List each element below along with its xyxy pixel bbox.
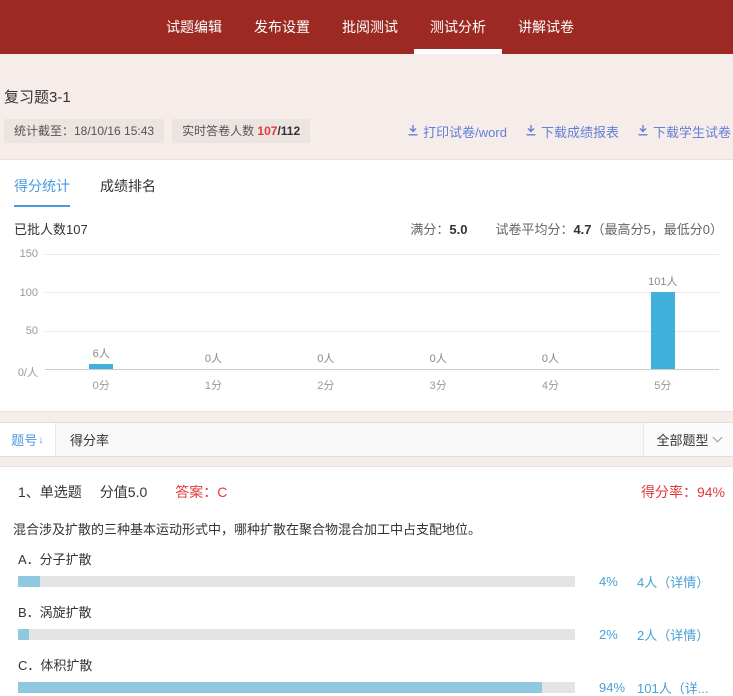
stat-chip-deadline: 统计截至：18/10/16 15:43 [4, 119, 164, 143]
option-row-a: A．分子扩散 4% 4人（详情） [0, 549, 733, 591]
question-type-label: 全部题型 [656, 430, 708, 449]
chart-category-label: 0分 [45, 377, 157, 393]
y-axis-label-50: 50 [0, 325, 38, 337]
score-rate-column-header: 得分率 [56, 423, 643, 456]
nav-tab-publish-settings[interactable]: 发布设置 [238, 0, 326, 54]
y-axis-label-150: 150 [0, 248, 38, 260]
option-label: C．体积扩散 [18, 655, 733, 674]
download-student-papers-label: 下载学生试卷 [653, 122, 731, 141]
nav-tab-review-test[interactable]: 批阅测试 [326, 0, 414, 54]
score-rate-label: 得分率 [70, 430, 109, 449]
chevron-down-icon [712, 433, 722, 443]
options-list: A．分子扩散 4% 4人（详情） B．涡旋扩散 2% 2人（详情） C．体积扩散… [0, 549, 733, 696]
nav-tab-explain-paper[interactable]: 讲解试卷 [502, 0, 590, 54]
question-type-filter[interactable]: 全部题型 [643, 423, 733, 456]
full-score-value: 5.0 [449, 222, 467, 237]
option-count-details-link[interactable]: 4人（详情） [637, 572, 709, 591]
print-paper-link[interactable]: 打印试卷/word [407, 122, 507, 141]
chart-bar-value: 101人 [648, 273, 677, 289]
chart-column-1: 0人 [157, 350, 269, 369]
option-bar-fill [18, 576, 40, 587]
question-text: 混合涉及扩散的三种基本运动形式中，哪种扩散在聚合物混合加工中占支配地位。 [13, 521, 723, 538]
option-row-c: C．体积扩散 94% 101人（详... [0, 655, 733, 696]
chart-columns: 6人 0人 0人 0人 0人 [45, 254, 719, 369]
nav-tab-question-edit[interactable]: 试题编辑 [150, 0, 238, 54]
chart-column-5: 101人 [607, 273, 719, 369]
answered-count: 107 [257, 124, 277, 138]
chart-category-row: 0分 1分 2分 3分 4分 5分 [45, 377, 719, 393]
chart-column-4: 0人 [494, 350, 606, 369]
question-header: 1、单选题 分值5.0 答案：C 得分率：94% [0, 482, 733, 502]
option-bar-track [18, 576, 575, 587]
full-score-label: 满分： [410, 222, 449, 237]
chart-category-label: 1分 [157, 377, 269, 393]
y-axis-label-zero: 0/人 [0, 364, 38, 380]
chart-bar-value: 0人 [205, 350, 222, 366]
download-report-link[interactable]: 下载成绩报表 [525, 122, 619, 141]
option-bar-track [18, 682, 575, 693]
chart-column-2: 0人 [270, 350, 382, 369]
chart-plot-area: 6人 0人 0人 0人 0人 [45, 254, 719, 370]
nav-tab-test-analysis[interactable]: 测试分析 [414, 0, 502, 54]
download-icon [525, 124, 537, 139]
score-distribution-chart: 6人 0人 0人 0人 0人 [0, 254, 733, 393]
sort-label: 题号 [11, 430, 37, 449]
print-paper-label: 打印试卷/word [423, 122, 507, 141]
chart-bar [651, 292, 675, 369]
realtime-label: 实时答卷人数 [182, 124, 257, 138]
y-axis-label-100: 100 [0, 287, 38, 299]
question-index-type: 1、单选题 [18, 482, 82, 502]
question-filter-row: 题号↓ 得分率 全部题型 [0, 422, 733, 457]
chart-bar [89, 364, 113, 369]
sort-by-question-number[interactable]: 题号↓ [0, 423, 56, 456]
option-label: A．分子扩散 [18, 549, 733, 568]
question-score-rate: 得分率：94% [641, 482, 725, 502]
option-bar-fill [18, 682, 542, 693]
option-count-details-link[interactable]: 2人（详情） [637, 625, 709, 644]
chart-column-3: 0人 [382, 350, 494, 369]
chart-column-0: 6人 [45, 345, 157, 369]
average-score-range: （最高分5，最低分0） [592, 222, 723, 237]
download-icon [637, 124, 649, 139]
page-title: 复习题3-1 [4, 86, 733, 107]
option-bar-fill [18, 629, 29, 640]
option-percent: 94% [599, 680, 637, 695]
page-header: 复习题3-1 统计截至：18/10/16 15:43 实时答卷人数 107/11… [0, 54, 733, 143]
chart-category-label: 2分 [270, 377, 382, 393]
download-student-papers-link[interactable]: 下载学生试卷 [637, 122, 731, 141]
option-row-b: B．涡旋扩散 2% 2人（详情） [0, 602, 733, 644]
option-percent: 4% [599, 574, 637, 589]
question-score: 分值5.0 [100, 482, 147, 502]
stats-row: 统计截至：18/10/16 15:43 实时答卷人数 107/112 打印试卷/… [4, 119, 733, 143]
option-percent: 2% [599, 627, 637, 642]
chart-bar-value: 0人 [430, 350, 447, 366]
chart-category-label: 5分 [607, 377, 719, 393]
question-panel: 1、单选题 分值5.0 答案：C 得分率：94% 混合涉及扩散的三种基本运动形式… [0, 466, 733, 696]
chart-bar-value: 6人 [93, 345, 110, 361]
chart-bar-value: 0人 [542, 350, 559, 366]
option-count-details-link[interactable]: 101人（详... [637, 678, 709, 696]
stat-chip-answered: 实时答卷人数 107/112 [172, 119, 310, 143]
graded-count: 已批人数107 [14, 219, 88, 238]
score-statistics-panel: 得分统计 成绩排名 已批人数107 满分：5.0 试卷平均分：4.7（最高分5，… [0, 159, 733, 412]
sub-tabs: 得分统计 成绩排名 [0, 172, 733, 207]
download-icon [407, 124, 419, 139]
chart-bar-value: 0人 [317, 350, 334, 366]
sort-down-icon: ↓ [38, 434, 44, 446]
average-score-label: 试卷平均分： [495, 222, 573, 237]
tab-score-statistics[interactable]: 得分统计 [14, 176, 70, 207]
option-bar-track [18, 629, 575, 640]
top-nav-bar: 试题编辑 发布设置 批阅测试 测试分析 讲解试卷 [0, 0, 733, 54]
option-label: B．涡旋扩散 [18, 602, 733, 621]
average-score-value: 4.7 [573, 222, 591, 237]
total-count: /112 [277, 124, 300, 138]
tab-score-ranking[interactable]: 成绩排名 [100, 176, 156, 207]
summary-row: 已批人数107 满分：5.0 试卷平均分：4.7（最高分5，最低分0） [0, 207, 733, 238]
question-answer: 答案：C [175, 482, 227, 502]
chart-category-label: 3分 [382, 377, 494, 393]
download-report-label: 下载成绩报表 [541, 122, 619, 141]
chart-category-label: 4分 [494, 377, 606, 393]
